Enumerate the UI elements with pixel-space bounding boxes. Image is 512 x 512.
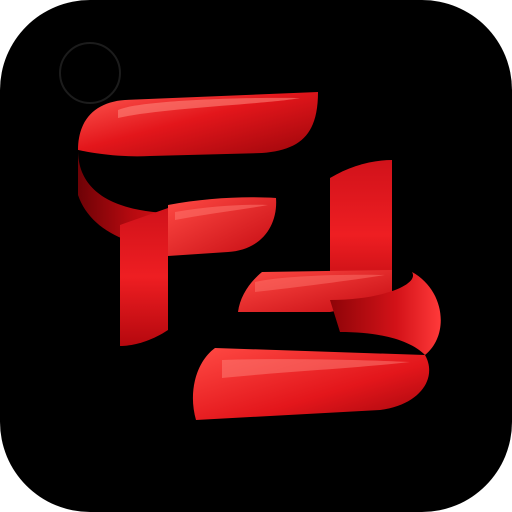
app-icon[interactable] [0, 0, 512, 512]
app-icon-graphic [0, 0, 512, 512]
icon-background [0, 0, 512, 512]
